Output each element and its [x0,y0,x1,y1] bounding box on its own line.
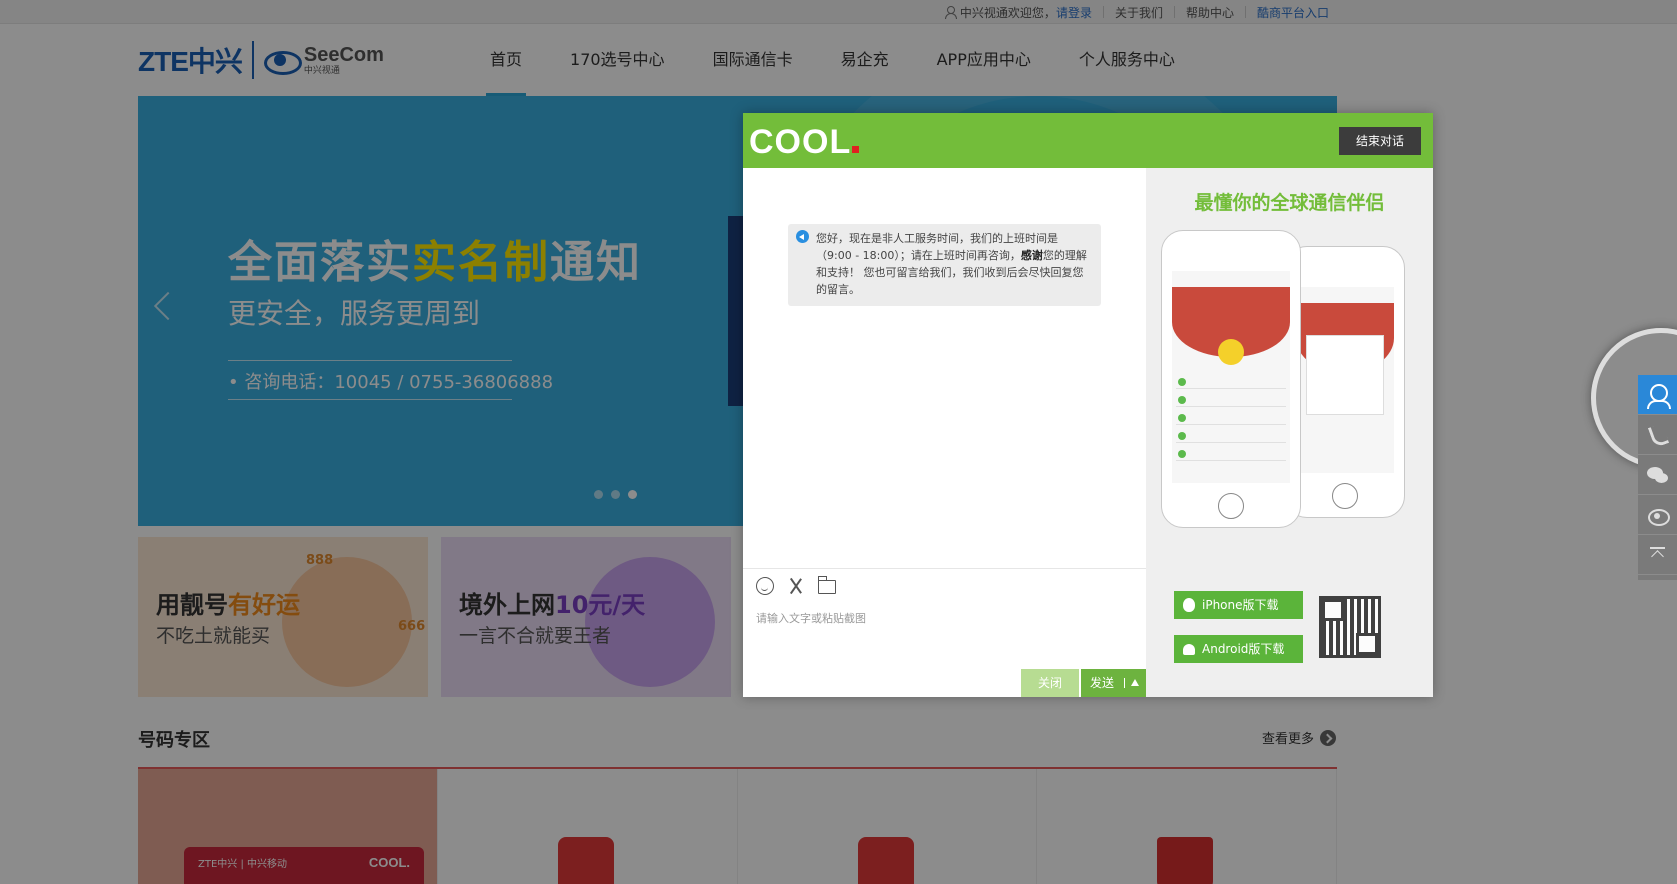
customer-service-icon[interactable] [1638,375,1677,415]
back-to-top-icon[interactable] [1638,535,1677,575]
speaker-icon [796,230,809,243]
phone-screen [1172,271,1290,483]
system-message: 您好，现在是非人工服务时间，我们的上班时间是（9:00 - 18:00）；请在上… [788,224,1101,306]
floating-contact-bar [1638,375,1677,580]
wechat-icon[interactable] [1638,455,1677,495]
home-button [1332,483,1358,509]
android-download-label: Android版下载 [1202,642,1285,656]
phone-icon[interactable] [1638,415,1677,455]
qr-code-icon [1319,596,1381,658]
android-download-button[interactable]: Android版下载 [1174,635,1303,663]
screen-coin [1218,339,1244,365]
screen-row [1176,447,1286,461]
send-button[interactable]: 发送 [1081,669,1146,697]
screen-popup [1306,335,1384,415]
phone-mockup [1285,246,1405,518]
screen-row [1176,411,1286,425]
iphone-download-label: iPhone版下载 [1202,598,1279,612]
home-button [1218,493,1244,519]
send-label: 发送 [1090,676,1115,690]
screen-row [1176,393,1286,407]
logo-dot [852,146,860,153]
chat-dialog: COOL 结束对话 您好，现在是非人工服务时间，我们的上班时间是（9:00 - … [743,113,1433,697]
caret-up-icon[interactable] [1131,679,1139,686]
emoji-icon[interactable] [756,576,774,595]
message-text-bold: 感谢 [1020,249,1043,262]
screen-row [1176,429,1286,443]
app-promo-panel: 最懂你的全球通信伴侣 iPhone版下载 Android版下载 [1146,168,1433,697]
apple-icon [1183,598,1195,612]
screen-row [1176,375,1286,389]
android-icon [1183,644,1195,655]
weibo-icon[interactable] [1638,495,1677,535]
iphone-download-button[interactable]: iPhone版下载 [1174,591,1303,619]
chat-messages[interactable]: 您好，现在是非人工服务时间，我们的上班时间是（9:00 - 18:00）；请在上… [743,168,1146,568]
close-button[interactable]: 关闭 [1021,669,1079,697]
send-divider [1124,678,1125,688]
chat-input[interactable] [756,610,1136,660]
cool-logo-text: COOL [749,123,852,161]
phone-screen [1296,287,1394,473]
phone-mockup [1161,230,1301,528]
folder-icon[interactable] [818,576,836,594]
chat-header: COOL 结束对话 [743,113,1433,168]
cool-logo: COOL [749,123,860,162]
promo-slogan: 最懂你的全球通信伴侣 [1194,192,1385,214]
end-chat-button[interactable]: 结束对话 [1339,127,1421,155]
chat-toolbar [743,568,1146,602]
screenshot-scissors-icon[interactable] [787,577,805,595]
